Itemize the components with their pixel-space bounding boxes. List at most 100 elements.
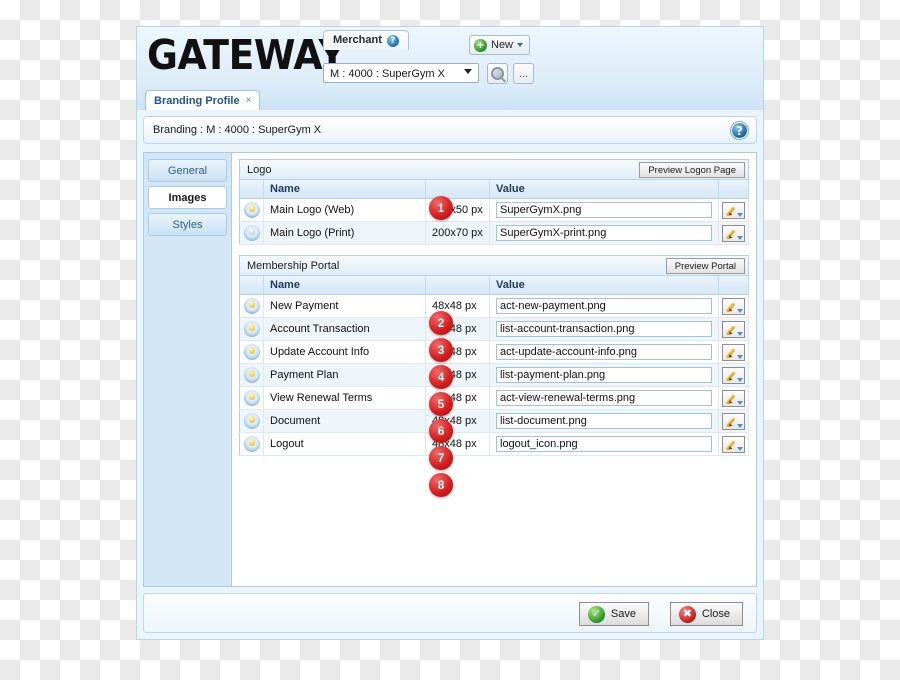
edit-button[interactable] xyxy=(722,224,745,242)
col-edit-header xyxy=(718,276,749,295)
col-edit-header xyxy=(718,180,749,199)
row-name: Logout xyxy=(263,432,426,456)
table-row[interactable]: Main Logo (Print) 200x70 px SuperGymX-pr… xyxy=(239,221,749,245)
table-row[interactable]: View Renewal Terms 48x48 px act-view-renew… xyxy=(239,386,749,410)
value-input[interactable]: logout_icon.png xyxy=(496,436,712,452)
lightbulb-on-icon[interactable] xyxy=(243,298,260,314)
value-input[interactable]: act-update-account-info.png xyxy=(496,344,712,360)
section-portal-header: Membership Portal Preview Portal xyxy=(239,255,749,276)
preview-logon-page-button[interactable]: Preview Logon Page xyxy=(639,162,745,178)
breadcrumb: Branding : M : 4000 : SuperGym X ? xyxy=(143,116,757,144)
chevron-down-icon xyxy=(737,400,743,405)
edit-button[interactable] xyxy=(722,435,745,453)
table-row[interactable]: Update Account Info 48x48 px act-update-ac… xyxy=(239,340,749,364)
value-input[interactable]: list-payment-plan.png xyxy=(496,367,712,383)
chevron-down-icon xyxy=(517,43,524,47)
table-row[interactable]: Payment Plan 48x48 px list-payment-plan.pn… xyxy=(239,363,749,387)
merchant-tab-label: Merchant xyxy=(333,34,382,46)
merchant-tab[interactable]: Merchant ? xyxy=(323,30,409,50)
lightbulb-on-icon[interactable] xyxy=(243,344,260,360)
col-size-header xyxy=(425,180,490,199)
callout-badge-4: 4 xyxy=(429,365,453,389)
close-icon[interactable]: × xyxy=(246,95,252,106)
callout-badge-6: 6 xyxy=(429,419,453,443)
table-header-row: Name Value xyxy=(239,180,749,199)
col-name-header: Name xyxy=(263,276,426,295)
table-row[interactable]: New Payment 48x48 px act-new-payment.png xyxy=(239,294,749,318)
top-bar: GATEWAY Merchant ? + New M : 4000 : Supe… xyxy=(136,26,764,88)
row-name: Account Transaction xyxy=(263,317,426,341)
footer-bar: ✓ Save ✖ Close xyxy=(143,593,757,633)
content-frame: Branding : M : 4000 : SuperGym X ? Gener… xyxy=(136,110,764,640)
col-value-header: Value xyxy=(489,180,719,199)
chevron-down-icon xyxy=(737,212,743,217)
value-input[interactable]: SuperGymX-print.png xyxy=(496,225,712,241)
edit-button[interactable] xyxy=(722,297,745,315)
gateway-logo: GATEWAY xyxy=(147,31,346,79)
lightbulb-on-icon[interactable] xyxy=(243,390,260,406)
tab-label: Branding Profile xyxy=(154,94,240,107)
chevron-down-icon xyxy=(737,446,743,451)
preview-portal-button[interactable]: Preview Portal xyxy=(665,258,745,274)
sidebar-item-images[interactable]: Images xyxy=(148,186,227,209)
close-button[interactable]: ✖ Close xyxy=(669,602,743,626)
lightbulb-on-icon[interactable] xyxy=(243,436,260,452)
value-input[interactable]: act-view-renewal-terms.png xyxy=(496,390,712,406)
tab-branding-profile[interactable]: Branding Profile × xyxy=(145,90,261,110)
search-button[interactable] xyxy=(487,63,508,84)
lightbulb-off-icon[interactable] xyxy=(243,225,260,241)
logo-table: Name Value Main Logo (Web) 200x50 px Sup… xyxy=(239,180,749,245)
lightbulb-on-icon[interactable] xyxy=(243,367,260,383)
row-name: Document xyxy=(263,409,426,433)
help-icon[interactable]: ? xyxy=(731,122,748,139)
chevron-down-icon xyxy=(737,354,743,359)
edit-button[interactable] xyxy=(722,366,745,384)
new-button[interactable]: + New xyxy=(469,35,531,55)
value-input[interactable]: list-document.png xyxy=(496,413,712,429)
row-name: Payment Plan xyxy=(263,363,426,387)
magnifier-icon xyxy=(491,67,504,80)
merchant-select[interactable]: M : 4000 : SuperGym X xyxy=(323,63,479,83)
main-panel: Logo Preview Logon Page Name Value Main … xyxy=(232,153,756,586)
chevron-down-icon xyxy=(737,377,743,382)
table-row[interactable]: Account Transaction 48x48 px list-account-… xyxy=(239,317,749,341)
section-logo-title: Logo xyxy=(247,164,272,176)
table-row[interactable]: Main Logo (Web) 200x50 px SuperGymX.png xyxy=(239,198,749,222)
edit-button[interactable] xyxy=(722,320,745,338)
edit-button[interactable] xyxy=(722,343,745,361)
value-input[interactable]: list-account-transaction.png xyxy=(496,321,712,337)
table-row[interactable]: Document 48x48 px list-document.png xyxy=(239,409,749,433)
row-name: New Payment xyxy=(263,294,426,318)
breadcrumb-text: Branding : M : 4000 : SuperGym X xyxy=(153,124,322,136)
section-membership-portal: Membership Portal Preview Portal Name Va… xyxy=(239,255,749,456)
value-input[interactable]: act-new-payment.png xyxy=(496,298,712,314)
sidebar-item-general[interactable]: General xyxy=(148,159,227,182)
chevron-down-icon[interactable] xyxy=(464,69,472,74)
chevron-down-icon xyxy=(737,423,743,428)
row-name: Main Logo (Print) xyxy=(263,221,426,245)
row-size: 200x70 px xyxy=(425,221,490,245)
edit-button[interactable] xyxy=(722,201,745,219)
table-row[interactable]: Logout 48x48 px logout_icon.png xyxy=(239,432,749,456)
lightbulb-on-icon[interactable] xyxy=(243,321,260,337)
col-icon-header xyxy=(239,276,264,295)
sidebar-item-styles[interactable]: Styles xyxy=(148,213,227,236)
edit-button[interactable] xyxy=(722,412,745,430)
save-button[interactable]: ✓ Save xyxy=(578,602,649,626)
lightbulb-on-icon[interactable] xyxy=(243,202,260,218)
green-plus-icon: + xyxy=(474,38,487,52)
chevron-down-icon xyxy=(737,331,743,336)
green-check-icon: ✓ xyxy=(587,605,605,623)
chevron-down-icon xyxy=(737,308,743,313)
lightbulb-on-icon[interactable] xyxy=(243,413,260,429)
value-input[interactable]: SuperGymX.png xyxy=(496,202,712,218)
section-portal-title: Membership Portal xyxy=(247,260,340,272)
callout-badge-5: 5 xyxy=(429,392,453,416)
col-value-header: Value xyxy=(489,276,719,295)
more-options-button[interactable]: ... xyxy=(513,63,534,84)
edit-button[interactable] xyxy=(722,389,745,407)
col-size-header xyxy=(425,276,490,295)
content-body: General Images Styles Logo Preview Logon… xyxy=(143,152,757,587)
question-mark-icon[interactable]: ? xyxy=(386,34,399,47)
save-button-label: Save xyxy=(610,608,636,620)
